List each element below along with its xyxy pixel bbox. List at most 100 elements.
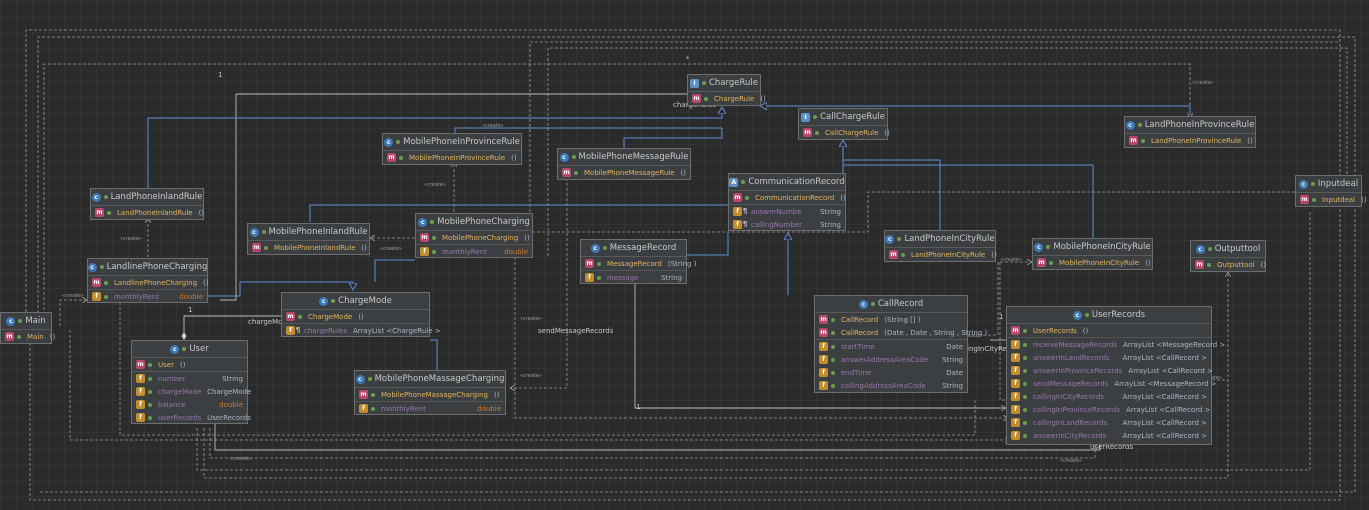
private-icon: ¶ — [295, 326, 301, 334]
edge-messagerule-massagecharging — [510, 178, 568, 388]
public-icon — [99, 265, 104, 269]
field-name: answerInProvinceRecords — [1033, 366, 1123, 375]
field-name: monthlyRent — [114, 292, 159, 301]
class-icon: c — [1298, 179, 1308, 189]
public-icon — [1023, 328, 1027, 333]
method-name: LandlinePhoneCharging — [114, 278, 198, 287]
public-icon — [831, 370, 835, 375]
class-icon: c — [1034, 242, 1044, 252]
label-multiplicity-1: 1 — [999, 313, 1004, 321]
public-icon — [1023, 355, 1027, 360]
field-row: f number String — [132, 371, 247, 385]
node-main[interactable]: c Main m Main() — [0, 312, 55, 344]
node-charge-mode[interactable]: c ChargeMode m ChargeMode () f ¶ chargeRules A… — [281, 292, 441, 337]
method-icon: m — [95, 208, 104, 217]
public-icon — [831, 330, 835, 335]
public-icon — [831, 317, 835, 322]
node-mobile-phone-inland-rule[interactable]: c MobilePhoneInlandRule m MobilePhoneInlan… — [247, 223, 370, 255]
node-land-phone-inland-rule[interactable]: c LandPhoneInlandRule m LandPhoneInlandRul… — [90, 188, 204, 220]
field-name: monthlyRent — [442, 247, 487, 256]
node-title: MobilePhoneInProvinceRule — [403, 137, 520, 147]
interface-icon: I — [801, 112, 811, 122]
edge-mobileincityrule-callchargerule — [843, 164, 1094, 238]
label-create: «create» — [62, 293, 84, 299]
method-row: m ChargeRule () — [688, 92, 766, 105]
field-row: f answerAddressAreaCode String — [815, 353, 967, 366]
node-output-tool[interactable]: c Outputtool m Outputtool () — [1190, 240, 1266, 272]
node-title: CallRecord — [877, 299, 924, 309]
method-icon: m — [92, 278, 101, 287]
public-icon — [367, 377, 372, 381]
class-icon: c — [559, 152, 569, 162]
node-user[interactable]: c User m User() f number String f chargeMode C… — [131, 340, 251, 424]
class-icon: c — [885, 234, 895, 244]
field-type: ArrayList <CallRecord > — [1122, 418, 1207, 427]
class-icon: c — [858, 299, 868, 309]
public-icon — [396, 140, 401, 144]
node-communication-record[interactable]: A CommunicationRecord m CommunicationRecor… — [728, 173, 846, 231]
field-name: monthlyRent — [381, 404, 426, 413]
node-mobile-phone-in-province-rule[interactable]: c MobilePhoneInProvinceRule m MobilePhoneI… — [382, 133, 522, 165]
label-create: «create» — [380, 246, 402, 252]
public-icon — [1023, 420, 1027, 425]
method-name: MobilePhoneMessageRule — [584, 168, 675, 177]
field-row: f endTime Date — [815, 366, 967, 379]
method-icon: m — [1129, 136, 1138, 145]
field-type: ArrayList <MessageRecord > — [1114, 379, 1217, 388]
node-call-record[interactable]: c CallRecord m CallRecord (String [] ) m Cal… — [814, 295, 987, 393]
field-icon: f — [136, 387, 145, 396]
method-name: ChargeRule — [714, 94, 755, 103]
node-title: LandPhoneInCityRule — [904, 234, 995, 244]
method-icon: m — [562, 168, 571, 177]
label-create: «create» — [1000, 257, 1022, 263]
method-params: () — [179, 360, 186, 369]
class-icon: c — [249, 227, 259, 237]
field-name: callingInProvinceRecords — [1033, 405, 1120, 414]
field-icon: f — [92, 292, 101, 301]
public-icon — [602, 246, 607, 250]
node-user-records[interactable]: c UserRecords m UserRecords() f receiveMess… — [1006, 306, 1225, 445]
method-row: m Main () — [1, 330, 55, 343]
node-land-phone-in-city-rule[interactable]: c LandPhoneInCityRule m LandPhoneInCityRul… — [884, 230, 997, 262]
node-title: MobilePhoneMassageCharging — [374, 374, 505, 384]
method-icon: m — [692, 94, 701, 103]
node-land-phone-in-province-rule[interactable]: c LandPhoneInProvinceRule m LandPhoneInPro… — [1124, 116, 1256, 148]
class-icon: c — [170, 344, 180, 354]
class-icon: c — [1125, 120, 1135, 130]
field-row: f monthlyRent double — [416, 244, 532, 258]
method-params: () — [511, 153, 517, 162]
public-icon — [371, 392, 375, 397]
node-call-charge-rule[interactable]: I CallChargeRule m CallChargeRule () — [798, 108, 890, 140]
field-name: number — [158, 374, 186, 383]
method-row: m MobilePhoneInProvinceRule () — [383, 151, 521, 164]
node-message-record[interactable]: c MessageRecord m MessageRecord (String ) f… — [580, 239, 696, 284]
node-mobile-phone-massage-charging[interactable]: c MobilePhoneMassageCharging m MobilePhone… — [354, 370, 506, 415]
node-title: User — [189, 344, 209, 354]
method-params: () — [493, 390, 500, 399]
method-icon: m — [5, 332, 14, 341]
node-charge-rule[interactable]: I ChargeRule m ChargeRule() — [687, 74, 766, 106]
method-row: m CallChargeRule () — [799, 126, 890, 139]
field-row: f startTime Date — [815, 339, 967, 353]
field-type: String — [661, 273, 682, 282]
node-landline-phone-charging[interactable]: c LandlinePhoneCharging m LandlinePhoneCha… — [87, 258, 209, 303]
node-mobile-phone-in-city-rule[interactable]: c MobilePhoneInCityRule m MobilePhoneInCit… — [1032, 238, 1153, 270]
field-row: f message String — [581, 270, 686, 284]
method-name: CommunicationRecord — [755, 193, 835, 202]
field-name: callingInLandRecords — [1033, 418, 1108, 427]
edge-user-userrecords — [214, 424, 1101, 451]
field-type: ArrayList <CallRecord > — [1122, 431, 1207, 440]
public-icon — [148, 402, 152, 407]
field-name: answerAddressAreaCode — [841, 355, 929, 364]
public-icon — [104, 280, 108, 285]
public-icon — [571, 155, 576, 159]
label-multiplicity-1: 1 — [636, 403, 641, 411]
field-icon: f — [819, 368, 828, 377]
node-mobile-phone-charging[interactable]: c MobilePhoneCharging m MobilePhoneChargin… — [415, 213, 533, 258]
label-multiplicity-1: 1 — [188, 306, 193, 314]
edge-massagecharging-chargemode — [430, 339, 438, 370]
method-row: m CallRecord (Date , Date , String , Strin… — [815, 326, 987, 339]
method-name: LandPhoneInlandRule — [117, 208, 193, 217]
node-input-deal[interactable]: c Inputdeal m Inputdeal() — [1295, 175, 1367, 207]
node-mobile-phone-message-rule[interactable]: c MobilePhoneMessageRule m MobilePhoneMess… — [557, 148, 691, 180]
